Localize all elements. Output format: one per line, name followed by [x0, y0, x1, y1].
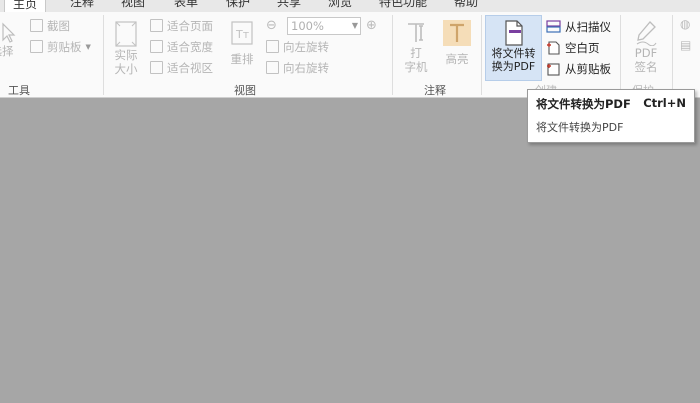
select-button[interactable]: 选择: [0, 22, 18, 58]
clipboard-button[interactable]: 剪贴板 ▼: [30, 38, 91, 55]
from-clipboard-button[interactable]: 从剪贴板: [546, 60, 611, 77]
fit-visible-icon: [150, 61, 163, 74]
clipboard-icon: [30, 40, 43, 53]
pen-sign-icon: [636, 21, 657, 46]
camera-icon: [30, 19, 43, 32]
fit-page-button[interactable]: 适合页面: [150, 17, 213, 34]
view-group-label: 视图: [234, 84, 256, 97]
tab-help[interactable]: 帮助: [454, 0, 478, 12]
pdf-sign-button[interactable]: PDF 签名: [628, 20, 664, 74]
screenshot-button[interactable]: 截图: [30, 17, 70, 34]
tooltip-title: 将文件转换为PDF: [536, 97, 631, 111]
tab-featured[interactable]: 特色功能: [379, 0, 427, 12]
from-scanner-button[interactable]: 从扫描仪: [546, 18, 611, 35]
scanner-icon: [546, 20, 561, 33]
tab-protect[interactable]: 保护: [226, 0, 250, 12]
tools-group-label: 工具: [8, 84, 30, 97]
convert-to-pdf-content: 将文件转 换为PDF: [486, 19, 541, 73]
actual-size-label: 实际 大小: [114, 48, 138, 76]
rotate-left-button[interactable]: 向左旋转: [266, 38, 329, 55]
tab-home[interactable]: 主页: [4, 0, 47, 12]
typewriter-button[interactable]: 打 字机: [400, 20, 432, 74]
fit-width-button[interactable]: 适合宽度: [150, 38, 213, 55]
fit-width-label: 适合宽度: [167, 39, 213, 54]
fit-page-icon: [150, 19, 163, 32]
select-cursor-icon: [2, 22, 16, 43]
ribbon-toolbar: 选择 截图 剪贴板 ▼ 工具 实际 大小 适合页面 适合宽度 适合视区 Tт 重…: [0, 12, 700, 98]
reflow-icon: Tт: [231, 21, 253, 45]
annotate-group-label: 注释: [424, 84, 446, 97]
rotate-left-icon: [266, 40, 279, 53]
tooltip-shortcut: Ctrl+N: [643, 96, 686, 110]
select-label: 选择: [0, 44, 14, 58]
convert-file-icon: [504, 20, 523, 46]
tab-share[interactable]: 共享: [277, 0, 301, 12]
convert-to-pdf-label: 将文件转 换为PDF: [491, 47, 536, 73]
ribbon-tab-bar: 主页 注释 视图 表单 保护 共享 浏览 特色功能 帮助: [0, 0, 700, 12]
tab-browse[interactable]: 浏览: [328, 0, 352, 12]
zoom-in-icon[interactable]: ⊕: [366, 18, 377, 33]
group-divider: [672, 15, 673, 95]
highlight-label: 高亮: [445, 52, 469, 66]
blank-page-label: 空白页: [565, 40, 600, 55]
pdf-sign-label: PDF 签名: [634, 46, 658, 74]
document-workspace: [0, 99, 700, 403]
clipboard-label: 剪贴板: [47, 39, 82, 54]
clipboard-paste-icon: [547, 62, 560, 76]
zoom-select[interactable]: 100% ▼: [287, 17, 361, 35]
fit-page-label: 适合页面: [167, 18, 213, 33]
globe-icon[interactable]: ◍: [680, 17, 690, 31]
convert-to-pdf-tooltip: 将文件转换为PDF Ctrl+N 将文件转换为PDF: [527, 89, 695, 143]
typewriter-label: 打 字机: [404, 46, 428, 74]
blank-page-button[interactable]: 空白页: [546, 39, 600, 56]
typewriter-icon: [408, 23, 424, 42]
rotate-left-label: 向左旋转: [283, 39, 329, 54]
actual-size-icon: [115, 21, 137, 47]
tab-form[interactable]: 表单: [174, 0, 198, 12]
rotate-right-icon: [266, 61, 279, 74]
chevron-down-icon: ▼: [351, 21, 358, 30]
highlight-button[interactable]: 高亮: [440, 20, 474, 66]
actual-size-button[interactable]: 实际 大小: [108, 20, 144, 76]
from-scanner-label: 从扫描仪: [565, 19, 611, 34]
rotate-right-button[interactable]: 向右旋转: [266, 59, 329, 76]
fit-visible-label: 适合视区: [167, 60, 213, 75]
svg-text:Tт: Tт: [235, 28, 250, 41]
group-divider: [392, 15, 393, 95]
rotate-right-label: 向右旋转: [283, 60, 329, 75]
tab-comment[interactable]: 注释: [70, 0, 94, 12]
screenshot-label: 截图: [47, 18, 70, 33]
reflow-button[interactable]: Tт 重排: [226, 20, 258, 66]
zoom-out-icon[interactable]: ⊖: [266, 18, 277, 33]
group-divider: [481, 15, 482, 95]
fit-visible-button[interactable]: 适合视区: [150, 59, 213, 76]
tab-view[interactable]: 视图: [121, 0, 145, 12]
blank-page-icon: [547, 40, 560, 55]
tooltip-description: 将文件转换为PDF: [536, 121, 624, 134]
group-divider: [103, 15, 104, 95]
highlight-icon: [443, 20, 471, 46]
chevron-down-icon: ▼: [85, 42, 91, 51]
from-clipboard-label: 从剪贴板: [565, 61, 611, 76]
group-divider: [620, 15, 621, 95]
fit-width-icon: [150, 40, 163, 53]
zoom-value: 100%: [291, 19, 324, 33]
reflow-label: 重排: [230, 52, 254, 66]
share-icon[interactable]: ▤: [680, 38, 691, 52]
